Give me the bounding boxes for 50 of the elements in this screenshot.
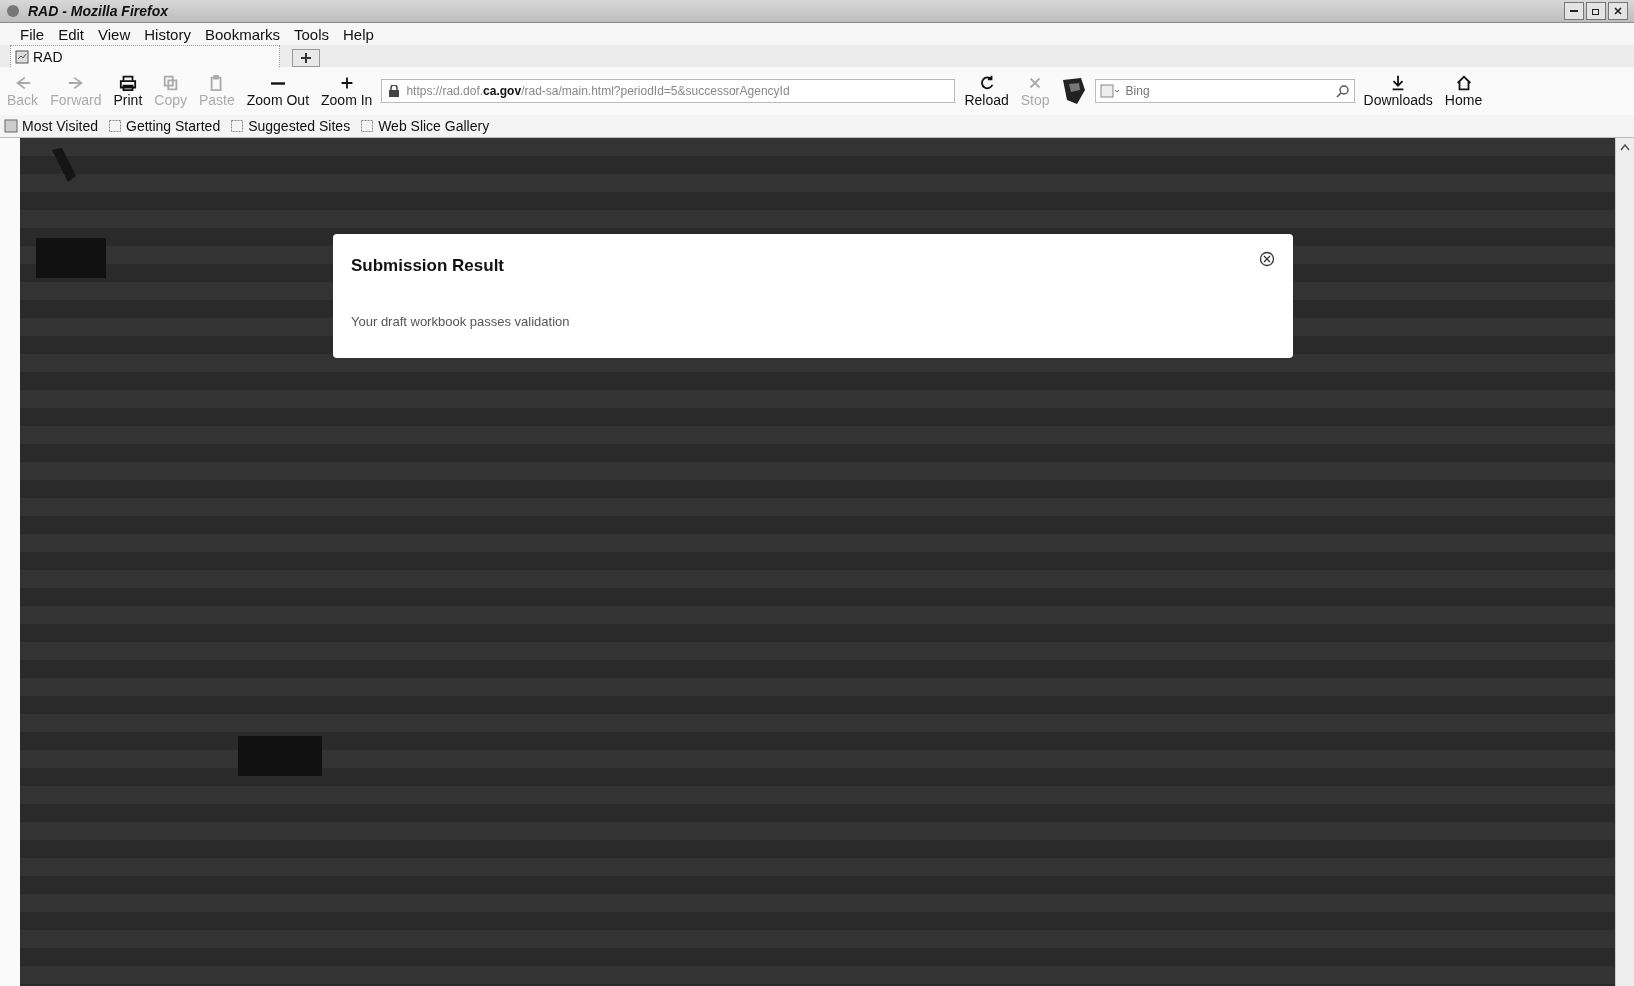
scroll-up-icon[interactable] — [1619, 142, 1631, 152]
menu-item[interactable]: Edit — [58, 25, 85, 43]
close-icon — [1259, 251, 1275, 267]
toolbar-button[interactable]: Downloads — [1360, 74, 1436, 108]
toolbar-button[interactable]: Zoom Out — [243, 74, 313, 108]
minimize-button[interactable] — [1564, 2, 1584, 20]
page-icon — [360, 119, 375, 133]
copy-icon — [161, 74, 180, 92]
close-button[interactable] — [1608, 2, 1628, 20]
minimize-icon — [1570, 10, 1578, 12]
menu-item[interactable]: Tools — [294, 25, 329, 43]
toolbar-button[interactable]: Zoom In — [318, 74, 376, 108]
lock-icon — [388, 85, 401, 97]
bookmark-item[interactable]: Getting Started — [108, 118, 221, 134]
search-engine-icon[interactable] — [1099, 84, 1120, 98]
new-tab-button[interactable] — [292, 49, 320, 67]
menu-item[interactable]: History — [144, 25, 191, 43]
close-icon — [1613, 6, 1623, 16]
scrollbar[interactable] — [1615, 138, 1634, 986]
minus-icon — [270, 82, 285, 85]
bookmark-item[interactable]: Web Slice Gallery — [360, 118, 490, 134]
restore-button[interactable] — [1586, 2, 1606, 20]
menu-item[interactable]: Bookmarks — [204, 25, 280, 43]
search-box[interactable]: Bing — [1094, 79, 1355, 103]
menu-item[interactable]: View — [98, 25, 131, 43]
browser-logo-icon — [6, 4, 20, 18]
forward-arrow-icon — [66, 74, 85, 92]
modal-title: Submission Result — [351, 256, 505, 276]
persona-icon[interactable] — [1060, 76, 1087, 106]
search-icon[interactable] — [1335, 84, 1350, 98]
toolbar-button[interactable]: Home — [1441, 74, 1486, 108]
bookmark-item[interactable]: Most Visited — [4, 118, 98, 134]
window-title: RAD - Mozilla Firefox — [28, 3, 168, 19]
address-field[interactable]: https://rad.dof.ca.gov/rad-sa/main.html?periodId=5&successorAgencyId — [381, 79, 956, 103]
close-button[interactable] — [1259, 251, 1275, 267]
page-icon — [108, 119, 122, 133]
restore-icon — [1591, 6, 1601, 16]
plus-icon — [300, 52, 312, 64]
home-icon — [1454, 74, 1473, 92]
bookmark-item[interactable]: Suggested Sites — [230, 118, 351, 134]
page-icon — [230, 119, 245, 133]
printer-icon — [118, 74, 137, 92]
search-field[interactable]: Bing — [1123, 83, 1332, 99]
chart-page-icon — [15, 49, 29, 64]
toolbar-button[interactable]: Print — [110, 74, 146, 108]
menu-item[interactable]: Help — [343, 25, 374, 43]
modal-message: Your draft workbook passes validation — [351, 314, 571, 329]
browser-tab[interactable]: RAD — [10, 45, 280, 67]
menu-item[interactable]: File — [20, 25, 45, 43]
toolbar-button[interactable]: Reload — [961, 74, 1012, 108]
